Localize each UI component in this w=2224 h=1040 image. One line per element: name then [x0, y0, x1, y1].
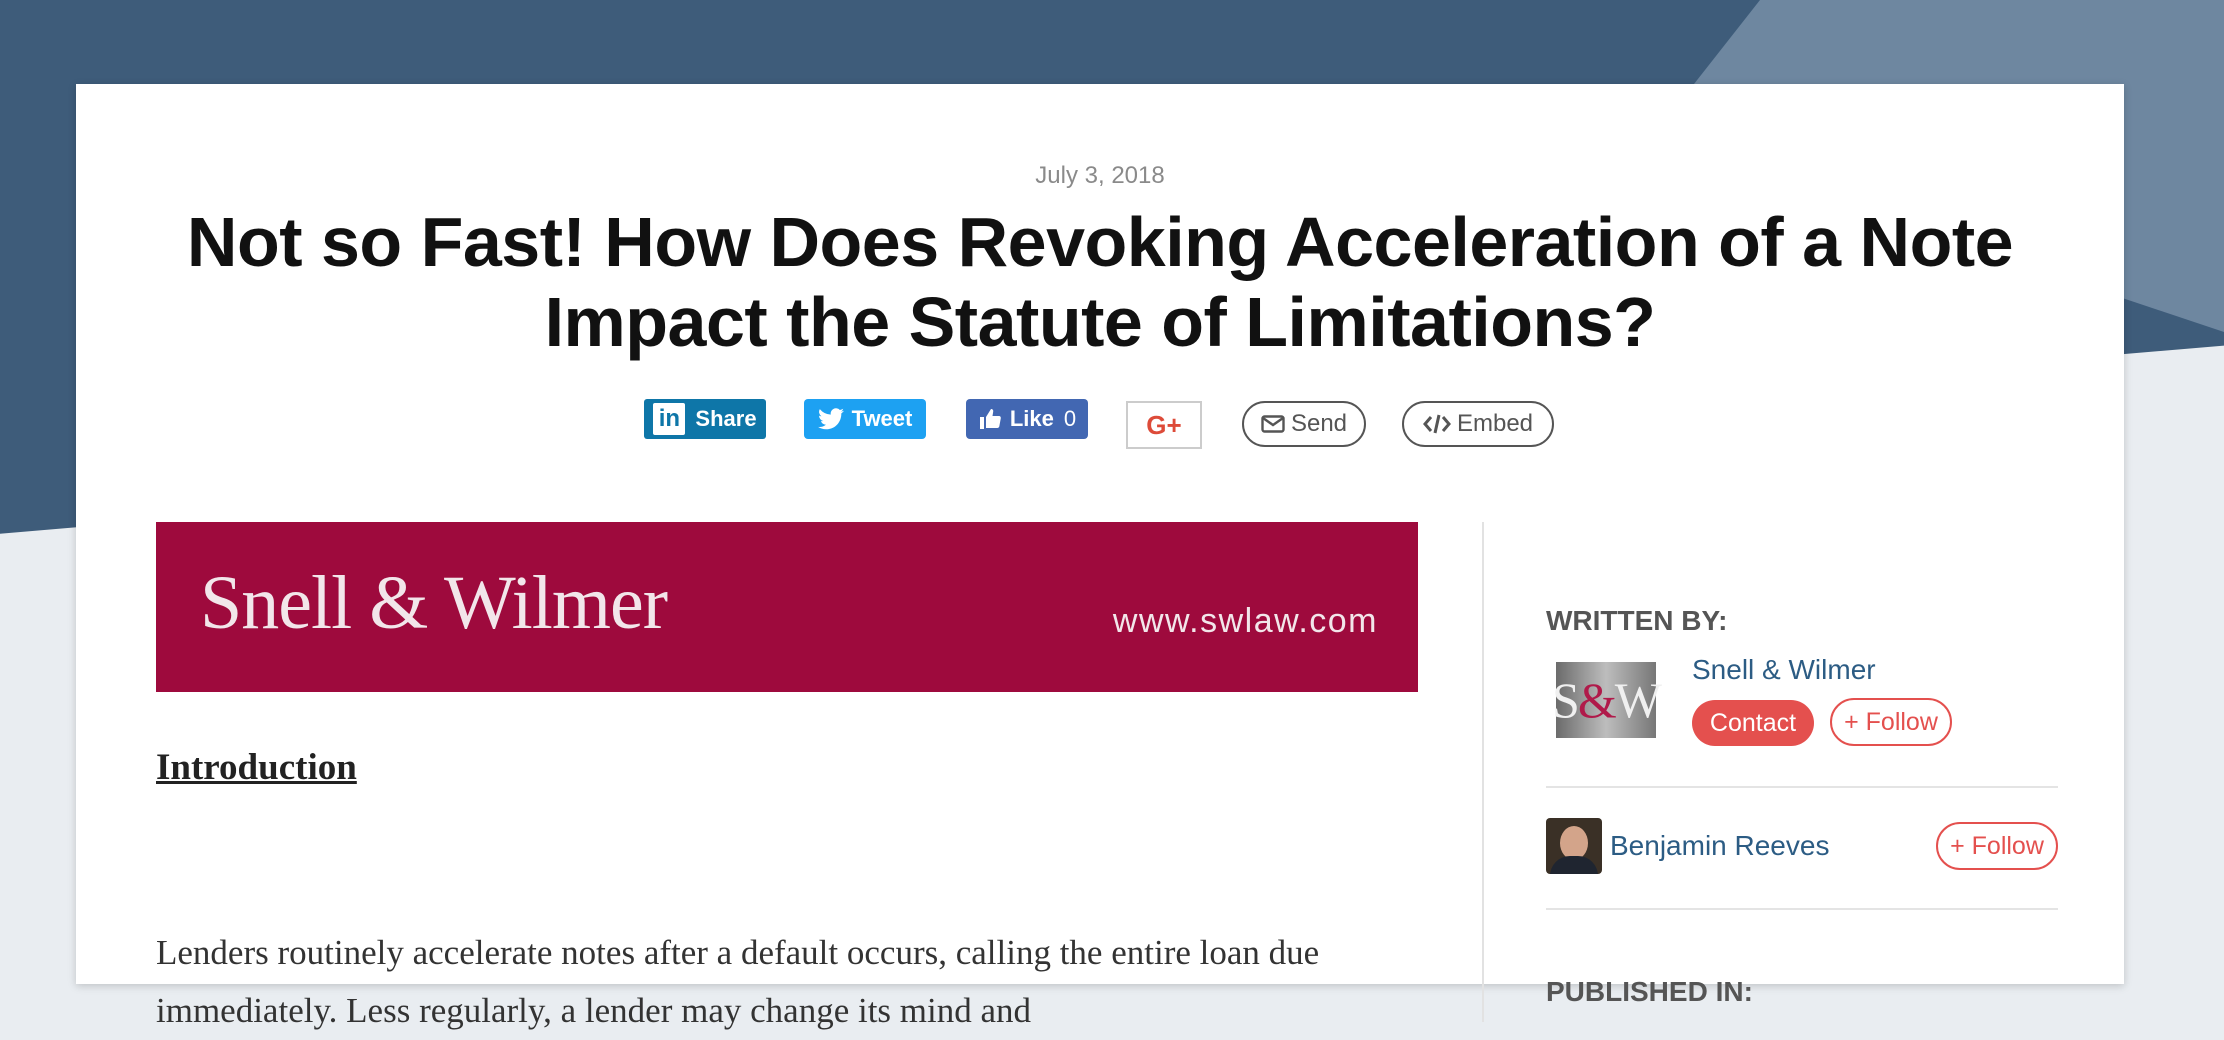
firm-name-link[interactable]: Snell & Wilmer — [1692, 654, 1876, 686]
facebook-like-count: 0 — [1063, 406, 1077, 431]
send-button[interactable]: Send — [1242, 401, 1366, 447]
linkedin-icon: in — [653, 403, 686, 435]
thumbs-up-icon — [979, 409, 1001, 429]
sidebar-divider — [1546, 786, 2058, 788]
envelope-icon — [1261, 415, 1285, 433]
avatar-face — [1560, 826, 1588, 860]
follow-firm-button[interactable]: + Follow — [1830, 698, 1952, 746]
google-plus-button[interactable]: G+ — [1126, 401, 1202, 449]
embed-button[interactable]: Embed — [1402, 401, 1554, 447]
firm-logo-amp: & — [1577, 672, 1617, 728]
embed-label: Embed — [1456, 410, 1534, 437]
firm-logo-right: W — [1614, 672, 1662, 728]
send-label: Send — [1290, 410, 1348, 437]
facebook-like-button[interactable]: Like 0 — [966, 399, 1088, 439]
article-card: July 3, 2018 Not so Fast! How Does Revok… — [76, 84, 2124, 1030]
column-divider — [1482, 522, 1484, 1022]
twitter-tweet-button[interactable]: Tweet — [804, 399, 926, 439]
linkedin-share-button[interactable]: in Share — [644, 399, 766, 439]
firm-logo[interactable]: S & W — [1552, 662, 1662, 738]
avatar-suit — [1550, 856, 1598, 874]
banner-url: www.swlaw.com — [1112, 602, 1378, 640]
twitter-bird-icon — [817, 408, 844, 430]
twitter-tweet-label: Tweet — [851, 406, 913, 431]
article-title: Not so Fast! How Does Revoking Accelerat… — [186, 203, 2014, 361]
article-date: July 3, 2018 — [1035, 162, 1165, 189]
firm-logo-left: S — [1552, 672, 1580, 728]
sidebar-divider — [1546, 908, 2058, 910]
linkedin-share-label: Share — [695, 406, 757, 431]
contact-button[interactable]: Contact — [1692, 700, 1814, 746]
section-heading: Introduction — [156, 747, 357, 788]
written-by-heading: WRITTEN BY: — [1546, 605, 1728, 636]
share-toolbar: in Share Tweet Like 0 G+ Send Embed — [76, 395, 2124, 449]
code-icon — [1422, 414, 1451, 434]
google-plus-icon: G+ — [1146, 409, 1182, 440]
author-avatar[interactable] — [1546, 818, 1602, 874]
article-paragraph: Lenders routinely accelerate notes after… — [156, 933, 1320, 1030]
banner-firm-name: Snell & Wilmer — [200, 561, 668, 645]
follow-author-button[interactable]: + Follow — [1936, 822, 2058, 870]
published-in-heading: PUBLISHED IN: — [1546, 976, 1753, 1007]
firm-banner-image: Snell & Wilmer www.swlaw.com — [156, 522, 1418, 692]
author-name-link[interactable]: Benjamin Reeves — [1610, 830, 1829, 862]
facebook-like-label: Like — [1009, 406, 1054, 431]
